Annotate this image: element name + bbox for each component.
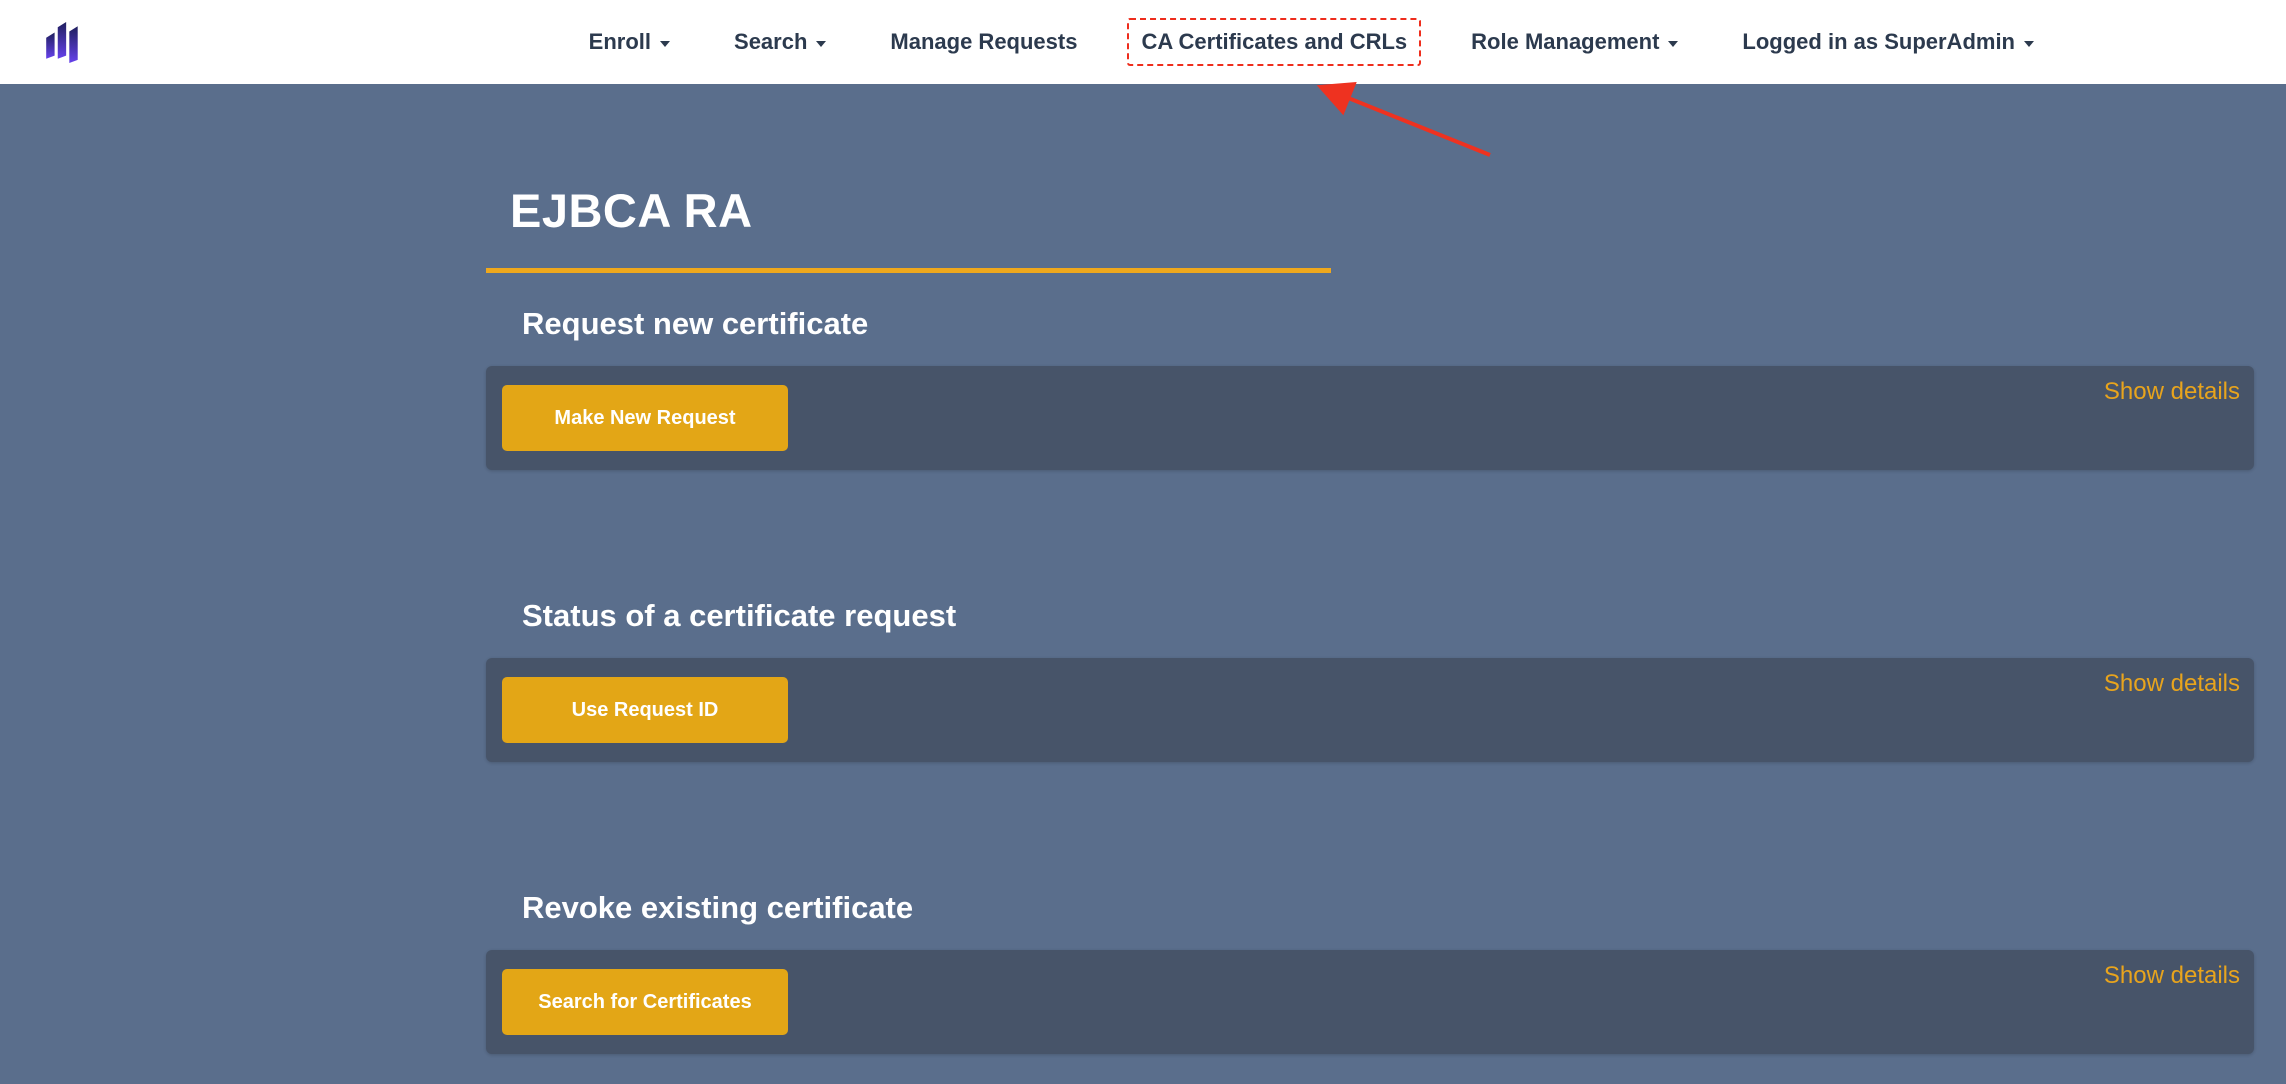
main-menu: Enroll Search Manage Requests CA Certifi… bbox=[589, 29, 2034, 55]
nav-item-manage-requests[interactable]: Manage Requests bbox=[890, 29, 1077, 55]
nav-item-ca-certificates-and-crls[interactable]: CA Certificates and CRLs bbox=[1127, 18, 1421, 66]
nav-item-label: Enroll bbox=[589, 29, 651, 55]
section-revoke-existing-certificate: Revoke existing certificate Search for C… bbox=[486, 890, 2254, 1054]
nav-item-label: Search bbox=[734, 29, 807, 55]
nav-item-search[interactable]: Search bbox=[734, 29, 826, 55]
nav-item-label: CA Certificates and CRLs bbox=[1141, 29, 1407, 55]
nav-item-role-management[interactable]: Role Management bbox=[1471, 29, 1678, 55]
section-status-of-certificate-request: Status of a certificate request Use Requ… bbox=[486, 598, 2254, 762]
chevron-down-icon bbox=[2024, 41, 2034, 47]
section-heading: Request new certificate bbox=[522, 306, 2254, 342]
nav-item-enroll[interactable]: Enroll bbox=[589, 29, 670, 55]
search-for-certificates-button[interactable]: Search for Certificates bbox=[502, 969, 788, 1035]
section-panel: Search for Certificates Show details bbox=[486, 950, 2254, 1054]
section-heading: Revoke existing certificate bbox=[522, 890, 2254, 926]
page-title: EJBCA RA bbox=[510, 184, 2254, 238]
title-underline bbox=[486, 268, 1331, 273]
section-request-new-certificate: Request new certificate Make New Request… bbox=[486, 306, 2254, 470]
use-request-id-button[interactable]: Use Request ID bbox=[502, 677, 788, 743]
top-navigation-bar: Enroll Search Manage Requests CA Certifi… bbox=[0, 0, 2286, 84]
section-panel: Use Request ID Show details bbox=[486, 658, 2254, 762]
chevron-down-icon bbox=[816, 41, 826, 47]
chevron-down-icon bbox=[660, 41, 670, 47]
show-details-link[interactable]: Show details bbox=[2104, 962, 2240, 990]
show-details-link[interactable]: Show details bbox=[2104, 378, 2240, 406]
section-heading: Status of a certificate request bbox=[522, 598, 2254, 634]
section-panel: Make New Request Show details bbox=[486, 366, 2254, 470]
main-content: EJBCA RA Request new certificate Make Ne… bbox=[486, 84, 2254, 1054]
show-details-link[interactable]: Show details bbox=[2104, 670, 2240, 698]
make-new-request-button[interactable]: Make New Request bbox=[502, 385, 788, 451]
chevron-down-icon bbox=[1668, 41, 1678, 47]
nav-item-label: Logged in as SuperAdmin bbox=[1742, 29, 2015, 55]
ejbca-ra-page: Enroll Search Manage Requests CA Certifi… bbox=[0, 0, 2286, 1084]
nav-item-label: Manage Requests bbox=[890, 29, 1077, 55]
ejbca-logo-icon[interactable] bbox=[46, 21, 80, 63]
nav-item-label: Role Management bbox=[1471, 29, 1659, 55]
nav-item-logged-in-as-superadmin[interactable]: Logged in as SuperAdmin bbox=[1742, 29, 2034, 55]
